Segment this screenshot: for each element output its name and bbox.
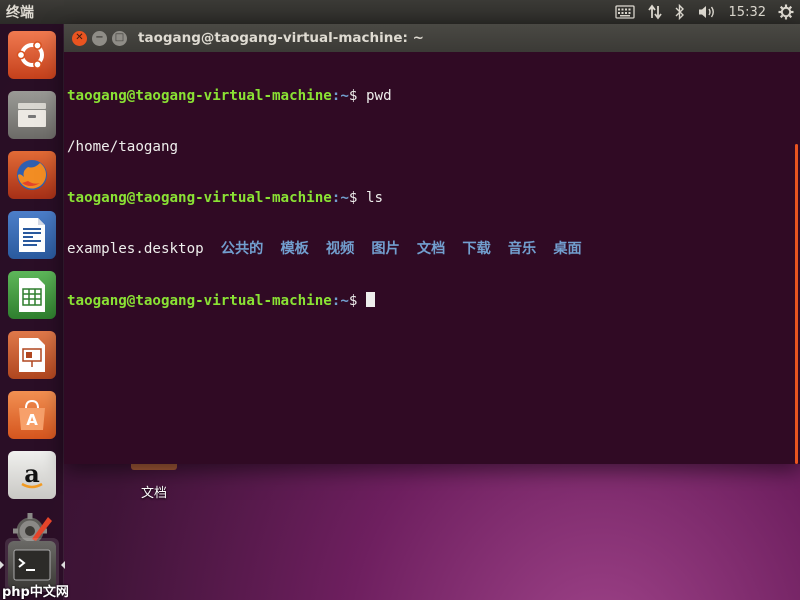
launcher-item-writer[interactable] xyxy=(5,208,59,262)
calc-icon xyxy=(8,271,56,319)
maximize-button[interactable]: □ xyxy=(112,30,127,46)
ls-dir-entry: 模板 xyxy=(280,241,309,257)
volume-icon[interactable] xyxy=(697,0,717,24)
terminal-line: taogang@taogang-virtual-machine:~$ pwd xyxy=(67,88,797,105)
prompt-symbol: $ xyxy=(348,293,366,309)
terminal-output[interactable]: taogang@taogang-virtual-machine:~$ pwd /… xyxy=(64,52,800,345)
prompt-path: :~ xyxy=(331,190,349,206)
files-icon xyxy=(8,91,56,139)
bluetooth-icon[interactable] xyxy=(675,0,685,24)
prompt-user: taogang@taogang-virtual-machine xyxy=(67,190,332,206)
ls-file-entry: examples.desktop xyxy=(67,241,204,257)
terminal-line: taogang@taogang-virtual-machine:~$ ls xyxy=(67,190,797,207)
ubuntu-logo-icon xyxy=(8,31,56,79)
prompt-symbol: $ xyxy=(348,88,366,104)
active-app-name: 终端 xyxy=(6,5,34,21)
watermark: php中文网 xyxy=(2,585,69,600)
ls-dir-entry: 音乐 xyxy=(507,241,537,257)
window-controls: ✕ − □ xyxy=(64,30,138,46)
impress-icon xyxy=(8,331,56,379)
launcher-item-software[interactable]: A xyxy=(5,388,59,442)
terminal-line: /home/taogang xyxy=(67,139,797,156)
close-button[interactable]: ✕ xyxy=(72,30,87,46)
terminal-line: examples.desktop 公共的 模板 视频 图片 文档 下载 音乐 桌… xyxy=(67,241,797,258)
launcher-item-firefox[interactable] xyxy=(5,148,59,202)
prompt-path: :~ xyxy=(331,293,349,309)
prompt-symbol: $ xyxy=(348,190,366,206)
launcher-item-calc[interactable] xyxy=(5,268,59,322)
ls-dir-entry: 公共的 xyxy=(220,241,264,257)
text-cursor xyxy=(365,292,375,307)
window-title: taogang@taogang-virtual-machine: ~ xyxy=(138,30,424,46)
svg-text:a: a xyxy=(24,459,40,488)
firefox-icon xyxy=(8,151,56,199)
indicator-area: 15:32 xyxy=(614,0,800,24)
minimize-button[interactable]: − xyxy=(92,30,107,46)
ls-dir-entry: 桌面 xyxy=(553,241,582,257)
terminal-line: taogang@taogang-virtual-machine:~$ xyxy=(67,292,797,309)
launcher-item-dash[interactable] xyxy=(5,28,59,82)
launcher: A a xyxy=(0,24,65,600)
ls-dir-entry: 图片 xyxy=(371,241,400,257)
running-indicator xyxy=(0,561,4,569)
svg-text:A: A xyxy=(26,411,38,429)
ls-dir-entry: 文档 xyxy=(416,241,446,257)
prompt-path: :~ xyxy=(331,88,349,104)
terminal-scrollbar[interactable] xyxy=(795,144,798,464)
ls-dir-entry: 视频 xyxy=(325,241,355,257)
amazon-icon: a xyxy=(8,451,56,499)
desktop-folder-documents[interactable]: 文档 xyxy=(128,462,180,501)
launcher-item-impress[interactable] xyxy=(5,328,59,382)
launcher-item-amazon[interactable]: a xyxy=(5,448,59,502)
ls-dir-entry: 下载 xyxy=(462,241,491,257)
network-icon[interactable] xyxy=(647,0,663,24)
software-center-icon: A xyxy=(8,391,56,439)
gear-icon[interactable] xyxy=(778,0,794,24)
prompt-user: taogang@taogang-virtual-machine xyxy=(67,88,332,104)
keyboard-icon[interactable] xyxy=(614,0,635,24)
prompt-user: taogang@taogang-virtual-machine xyxy=(67,293,332,309)
writer-icon xyxy=(8,211,56,259)
command-text: ls xyxy=(365,190,384,206)
launcher-item-files[interactable] xyxy=(5,88,59,142)
command-text: pwd xyxy=(365,88,392,104)
clock[interactable]: 15:32 xyxy=(729,0,766,24)
terminal-window[interactable]: ✕ − □ taogang@taogang-virtual-machine: ~… xyxy=(64,24,800,464)
window-titlebar[interactable]: ✕ − □ taogang@taogang-virtual-machine: ~ xyxy=(64,24,800,52)
focus-indicator xyxy=(61,561,65,569)
command-output: /home/taogang xyxy=(67,139,179,155)
top-panel: 终端 15:32 xyxy=(0,0,800,24)
desktop-folder-label: 文档 xyxy=(140,486,167,501)
